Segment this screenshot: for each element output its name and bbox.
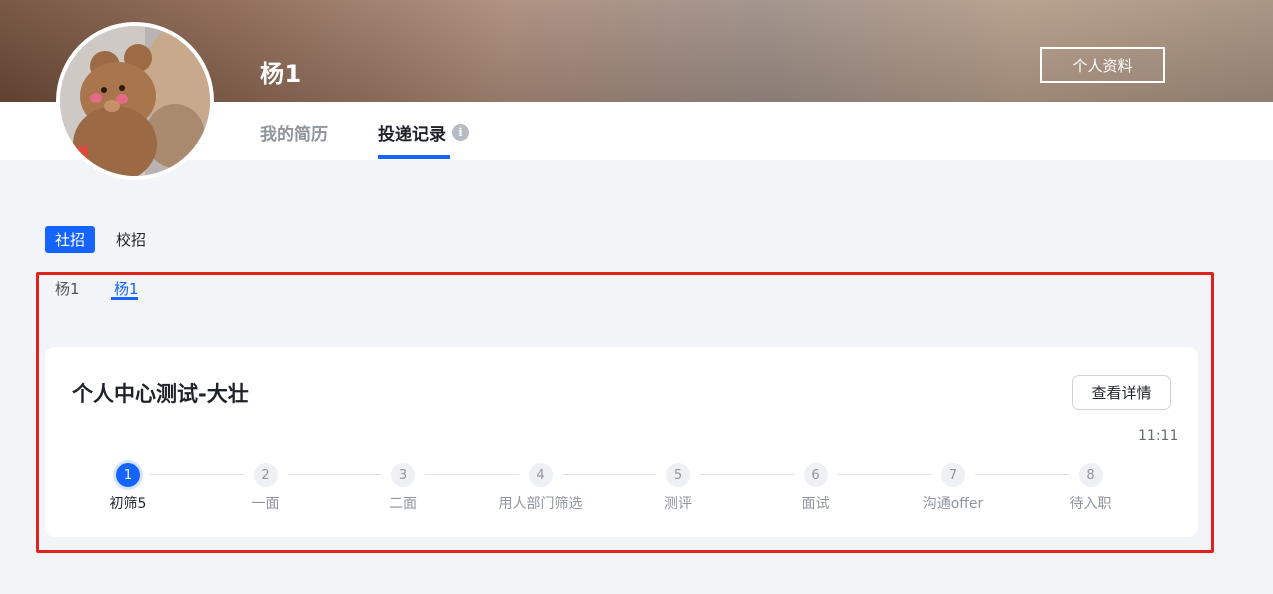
sub-tab-candidate-1[interactable]: 杨1 — [55, 278, 80, 299]
step-number: 6 — [803, 463, 828, 487]
step-number: 1 — [116, 463, 140, 487]
teddy-bear-avatar-icon — [60, 26, 210, 176]
avatar[interactable] — [56, 22, 214, 180]
tab-my-resume[interactable]: 我的简历 — [260, 120, 328, 145]
recruit-type-social[interactable]: 社招 — [45, 226, 96, 253]
active-tab-underline — [378, 155, 450, 159]
job-title: 个人中心测试-大壮 — [72, 382, 249, 406]
profile-button[interactable]: 个人资料 — [1040, 47, 1165, 83]
user-name: 杨1 — [260, 60, 302, 88]
step-number: 8 — [1078, 463, 1103, 487]
sub-tab-underline — [111, 297, 138, 300]
info-icon[interactable]: i — [452, 124, 469, 141]
page: 杨1 个人资料 我的简历 投递记录 i 社招 校招 杨1 杨1 个人中心测试-大… — [0, 0, 1273, 594]
tab-application-records-label: 投递记录 — [378, 125, 446, 145]
step-number: 4 — [528, 463, 553, 487]
step-number: 3 — [391, 463, 415, 487]
recruit-type-campus[interactable]: 校招 — [106, 226, 156, 253]
view-details-button[interactable]: 查看详情 — [1072, 375, 1171, 410]
step-number: 7 — [941, 463, 965, 487]
sub-tab-candidate-2[interactable]: 杨1 — [114, 278, 139, 299]
tab-application-records[interactable]: 投递记录 i — [378, 120, 469, 145]
application-card — [45, 347, 1198, 537]
step-number: 2 — [253, 463, 278, 487]
application-time: 11:11 — [1138, 428, 1179, 444]
step-number: 5 — [666, 463, 690, 487]
